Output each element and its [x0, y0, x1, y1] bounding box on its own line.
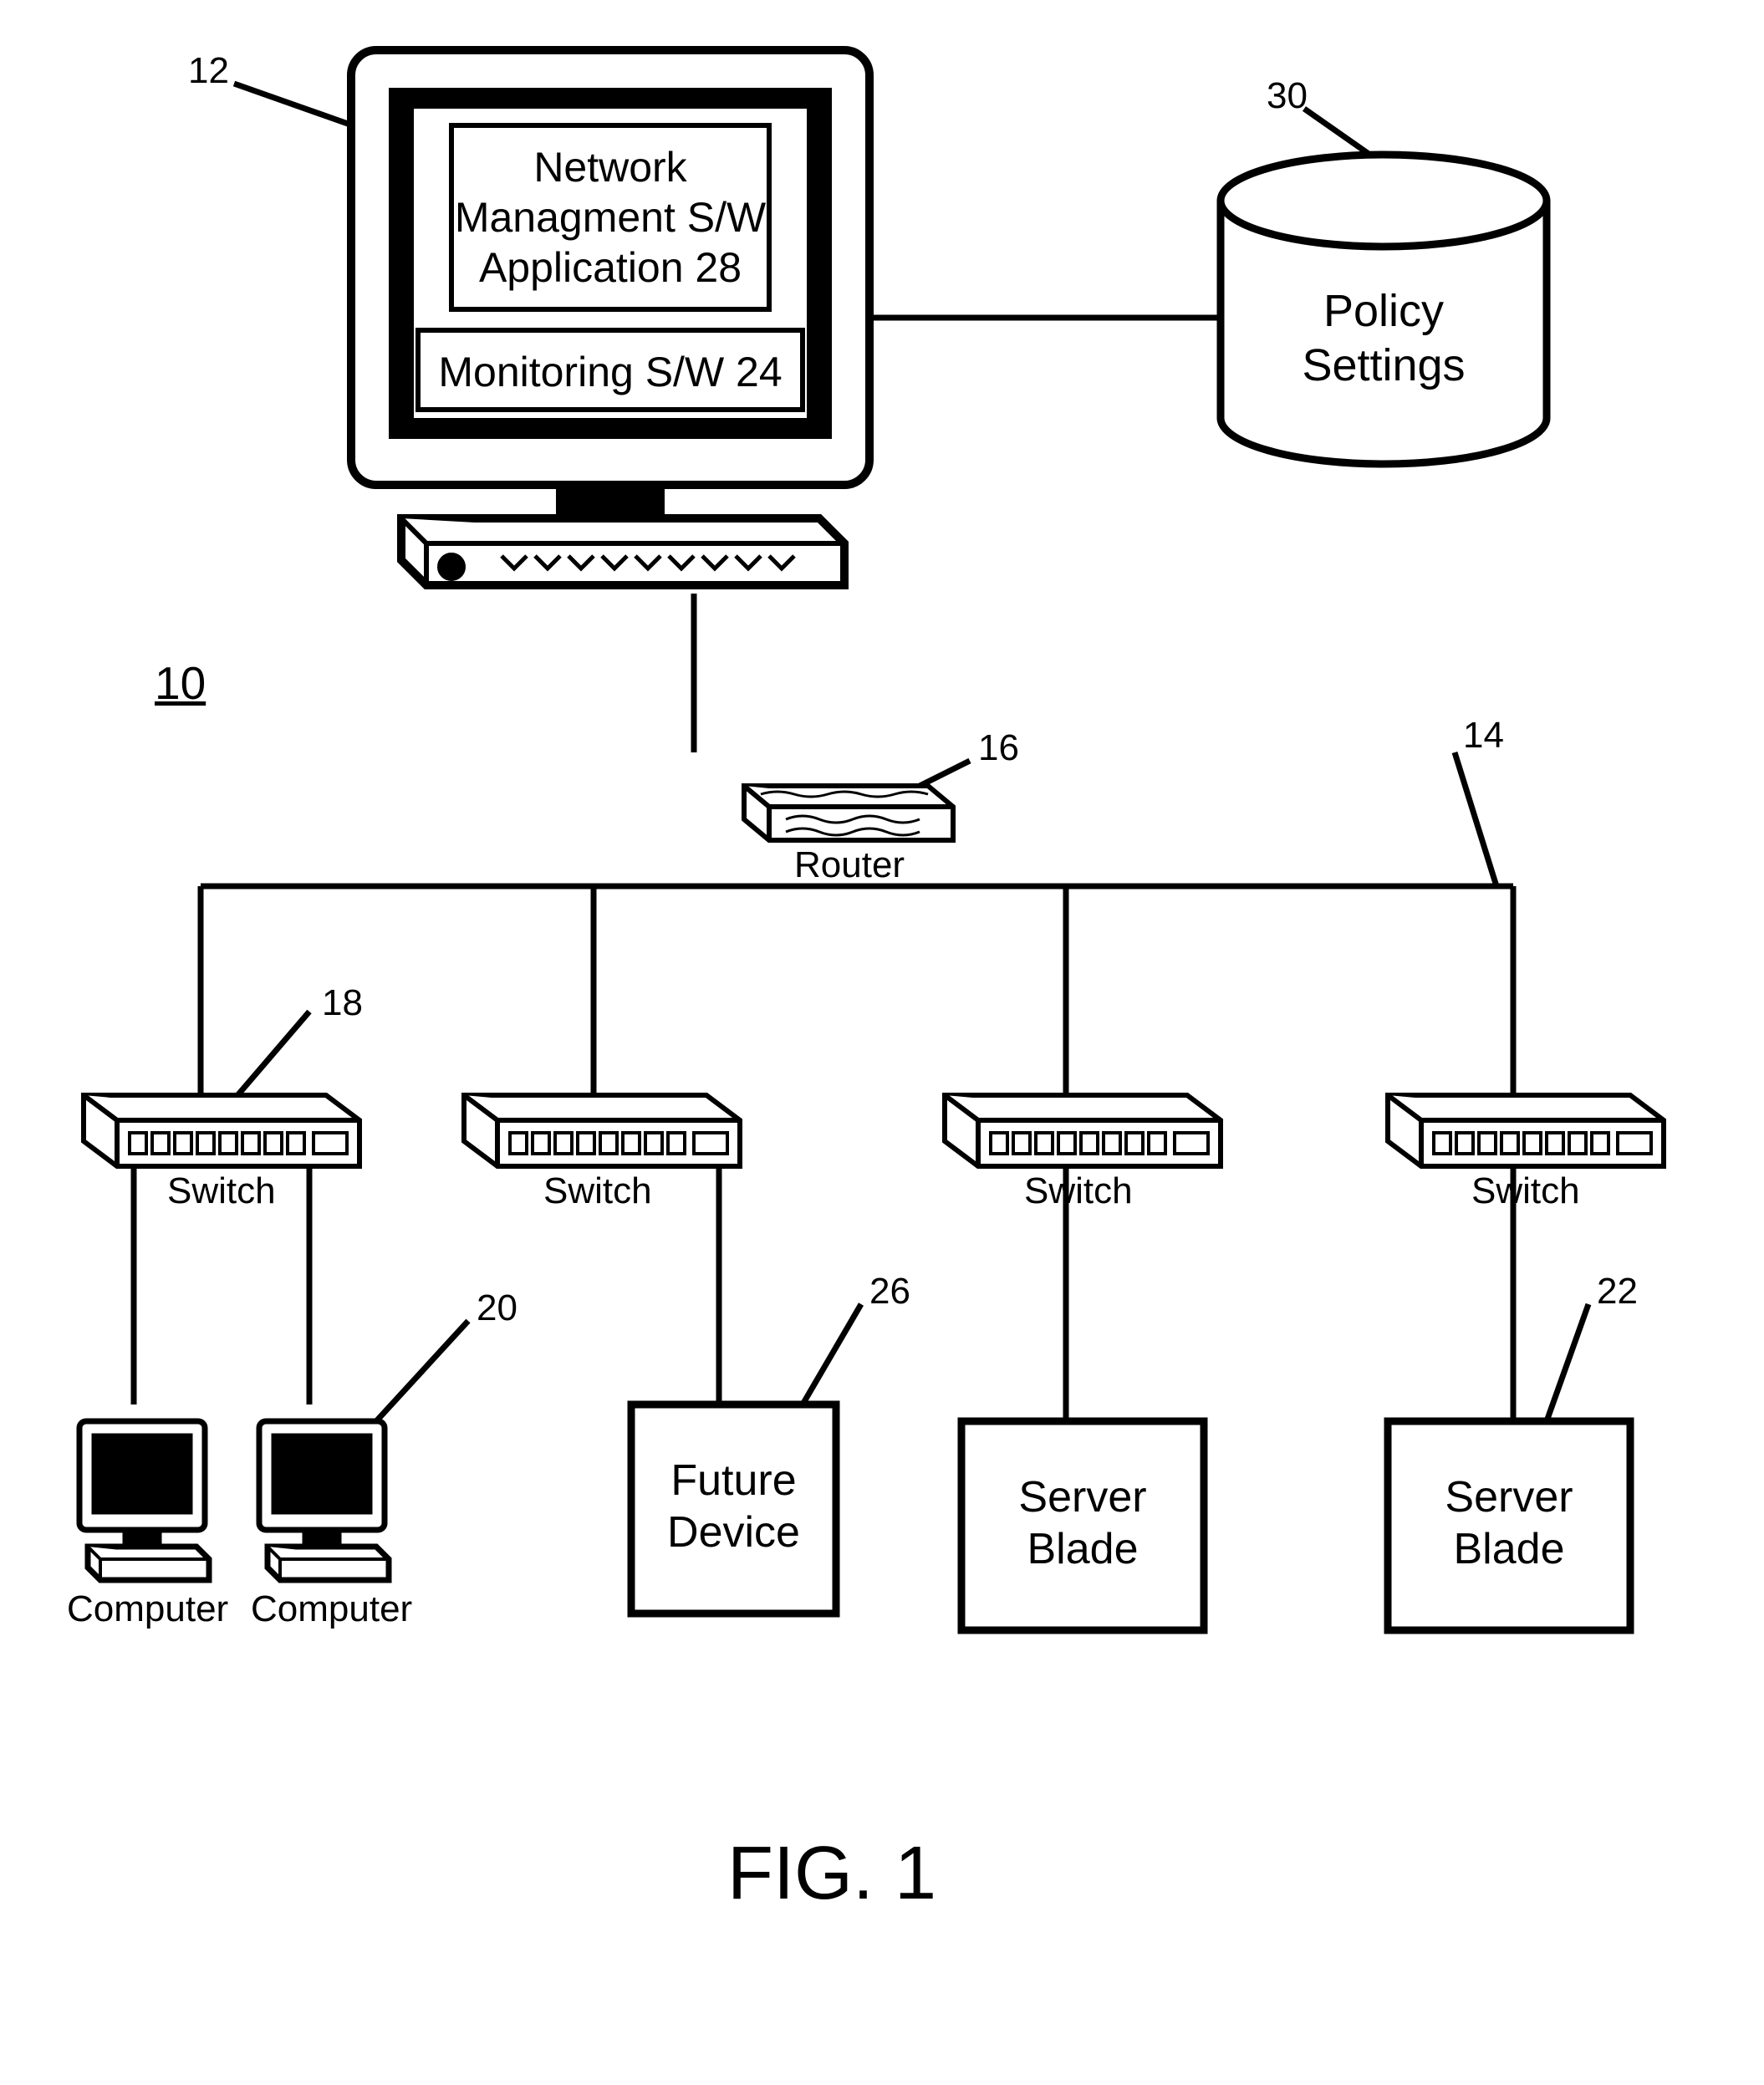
ref-20: 20: [477, 1287, 517, 1329]
computer-1-label: Computer: [67, 1588, 228, 1630]
ref-12: 12: [188, 50, 229, 92]
server-blade-1-label: Server Blade: [961, 1471, 1204, 1576]
ref-10: 10: [155, 656, 206, 710]
switch-2-label: Switch: [543, 1170, 652, 1212]
router-icon: [744, 786, 953, 840]
server-blade-2-label: Server Blade: [1388, 1471, 1630, 1576]
ref-30: 30: [1267, 75, 1308, 117]
figure-caption: FIG. 1: [727, 1831, 936, 1917]
diagram-canvas: Network Managment S/W Application 28 Mon…: [0, 0, 1764, 2085]
nm-app-label: Network Managment S/W Application 28: [451, 142, 769, 293]
computer-icon: [79, 1421, 389, 1580]
ref-26: 26: [869, 1271, 910, 1313]
switch-3-label: Switch: [1024, 1170, 1133, 1212]
ref-16: 16: [978, 727, 1019, 769]
management-pc-icon: [351, 50, 869, 585]
policy-label: Policy Settings: [1262, 284, 1505, 393]
monitoring-label: Monitoring S/W 24: [418, 347, 803, 397]
future-device-label: Future Device: [631, 1455, 836, 1559]
router-label: Router: [794, 844, 905, 886]
ref-14: 14: [1463, 715, 1504, 757]
ref-18: 18: [322, 982, 363, 1024]
computer-2-label: Computer: [251, 1588, 412, 1630]
ref-22: 22: [1597, 1271, 1638, 1313]
switch-4-label: Switch: [1471, 1170, 1580, 1212]
switch-icon: [84, 1095, 1664, 1166]
switch-1-label: Switch: [167, 1170, 276, 1212]
